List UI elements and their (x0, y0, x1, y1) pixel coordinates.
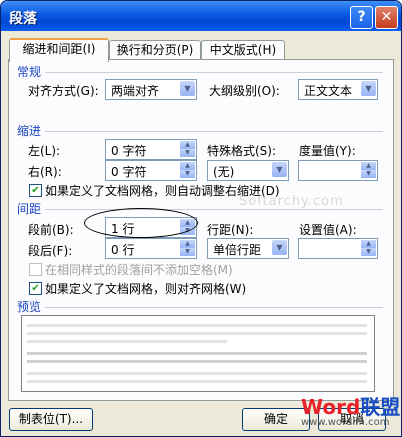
chevron-down-icon[interactable]: ▼ (180, 81, 195, 96)
tab-line-page-breaks[interactable]: 换行和分页(P) (109, 40, 201, 59)
logo-text-part: Word (301, 395, 361, 419)
spin-up-icon[interactable]: ▲ (180, 240, 195, 248)
indent-heading: 缩进 (17, 124, 42, 138)
logo-url: www.wordlm.com (301, 417, 390, 428)
preview-area (21, 315, 375, 392)
space-after-value: 0 行 (111, 243, 135, 257)
by-spinner[interactable]: ▲ ▼ (298, 160, 378, 181)
spin-down-icon[interactable]: ▼ (180, 149, 195, 157)
spin-down-icon[interactable]: ▼ (361, 170, 376, 178)
logo-text-part: 联盟 (360, 395, 401, 419)
outline-level-value: 正文文本 (304, 84, 353, 98)
help-button[interactable]: ? (350, 6, 373, 29)
preview-text-line (27, 332, 367, 335)
right-indent-spinner[interactable]: 0 字符 ▲ ▼ (105, 160, 197, 181)
divider (45, 209, 383, 210)
left-indent-spinner[interactable]: 0 字符 ▲ ▼ (105, 139, 197, 160)
title-bar: 段落 ? ✕ (1, 1, 401, 31)
window-title: 段落 (9, 11, 37, 27)
highlight-ellipse (84, 208, 198, 238)
divider (45, 307, 383, 308)
preview-heading: 预览 (17, 300, 42, 314)
logo-text: Word联盟 (301, 397, 400, 417)
close-button[interactable]: ✕ (375, 6, 398, 29)
tab-indents-spacing[interactable]: 缩进和间距(I) (9, 38, 109, 62)
chevron-down-icon[interactable]: ▼ (272, 240, 287, 255)
site-logo: Word联盟 www.wordlm.com (301, 397, 400, 428)
special-format-select[interactable]: (无) ▼ (207, 160, 289, 181)
special-format-value: (无) (213, 165, 235, 179)
spin-up-icon[interactable]: ▲ (361, 240, 376, 248)
alignment-value: 两端对齐 (111, 84, 160, 98)
no-space-checkbox[interactable] (29, 263, 42, 276)
right-indent-value: 0 字符 (111, 165, 147, 179)
snap-grid-checkbox[interactable]: ✔ (29, 282, 42, 295)
divider (45, 131, 383, 132)
at-label: 设置值(A): (299, 223, 357, 237)
special-format-label: 特殊格式(S): (207, 144, 277, 158)
spin-down-icon[interactable]: ▼ (361, 248, 376, 256)
spin-up-icon[interactable]: ▲ (180, 141, 195, 149)
at-spinner[interactable]: ▲ ▼ (298, 238, 378, 259)
outline-level-select[interactable]: 正文文本 ▼ (298, 79, 378, 100)
space-after-label: 段后(F): (28, 244, 73, 258)
no-space-label: 在相同样式的段落间不添加空格(M) (45, 263, 233, 277)
line-spacing-select[interactable]: 单倍行距 ▼ (207, 238, 289, 259)
line-spacing-value: 单倍行距 (213, 243, 262, 257)
left-indent-label: 左(L): (28, 144, 61, 158)
line-spacing-label: 行距(N): (207, 223, 254, 237)
spin-down-icon[interactable]: ▼ (180, 248, 195, 256)
preview-text-line (27, 360, 367, 363)
preview-text-line (27, 380, 367, 383)
alignment-label: 对齐方式(G): (28, 84, 99, 98)
space-before-label: 段前(B): (28, 223, 74, 237)
alignment-select[interactable]: 两端对齐 ▼ (105, 79, 197, 100)
auto-adjust-checkbox[interactable]: ✔ (29, 184, 42, 197)
by-label: 度量值(Y): (299, 144, 356, 158)
general-heading: 常规 (17, 65, 42, 79)
outline-level-label: 大纲级别(O): (209, 84, 280, 98)
tabs-button[interactable]: 制表位(T)... (9, 408, 93, 431)
paragraph-dialog: 段落 ? ✕ 缩进和间距(I) 换行和分页(P) 中文版式(H) 常规 对齐方式… (0, 0, 402, 437)
preview-text-line (27, 352, 367, 355)
divider (45, 72, 383, 73)
spin-up-icon[interactable]: ▲ (180, 162, 195, 170)
watermark: Softarchy.com (239, 194, 344, 209)
spacing-heading: 间距 (17, 202, 42, 216)
ok-button[interactable]: 确定 (242, 408, 310, 431)
chevron-down-icon[interactable]: ▼ (272, 162, 287, 177)
preview-text-line (27, 324, 367, 327)
snap-grid-label: 如果定义了文档网格，则对齐网格(W) (45, 282, 247, 296)
left-indent-value: 0 字符 (111, 144, 147, 158)
preview-text-line (27, 340, 227, 343)
preview-text-line (27, 372, 367, 375)
tab-asian-typography[interactable]: 中文版式(H) (201, 40, 285, 59)
right-indent-label: 右(R): (28, 165, 62, 179)
spin-up-icon[interactable]: ▲ (361, 162, 376, 170)
spin-down-icon[interactable]: ▼ (180, 170, 195, 178)
space-after-spinner[interactable]: 0 行 ▲ ▼ (105, 238, 197, 259)
chevron-down-icon[interactable]: ▼ (361, 81, 376, 96)
